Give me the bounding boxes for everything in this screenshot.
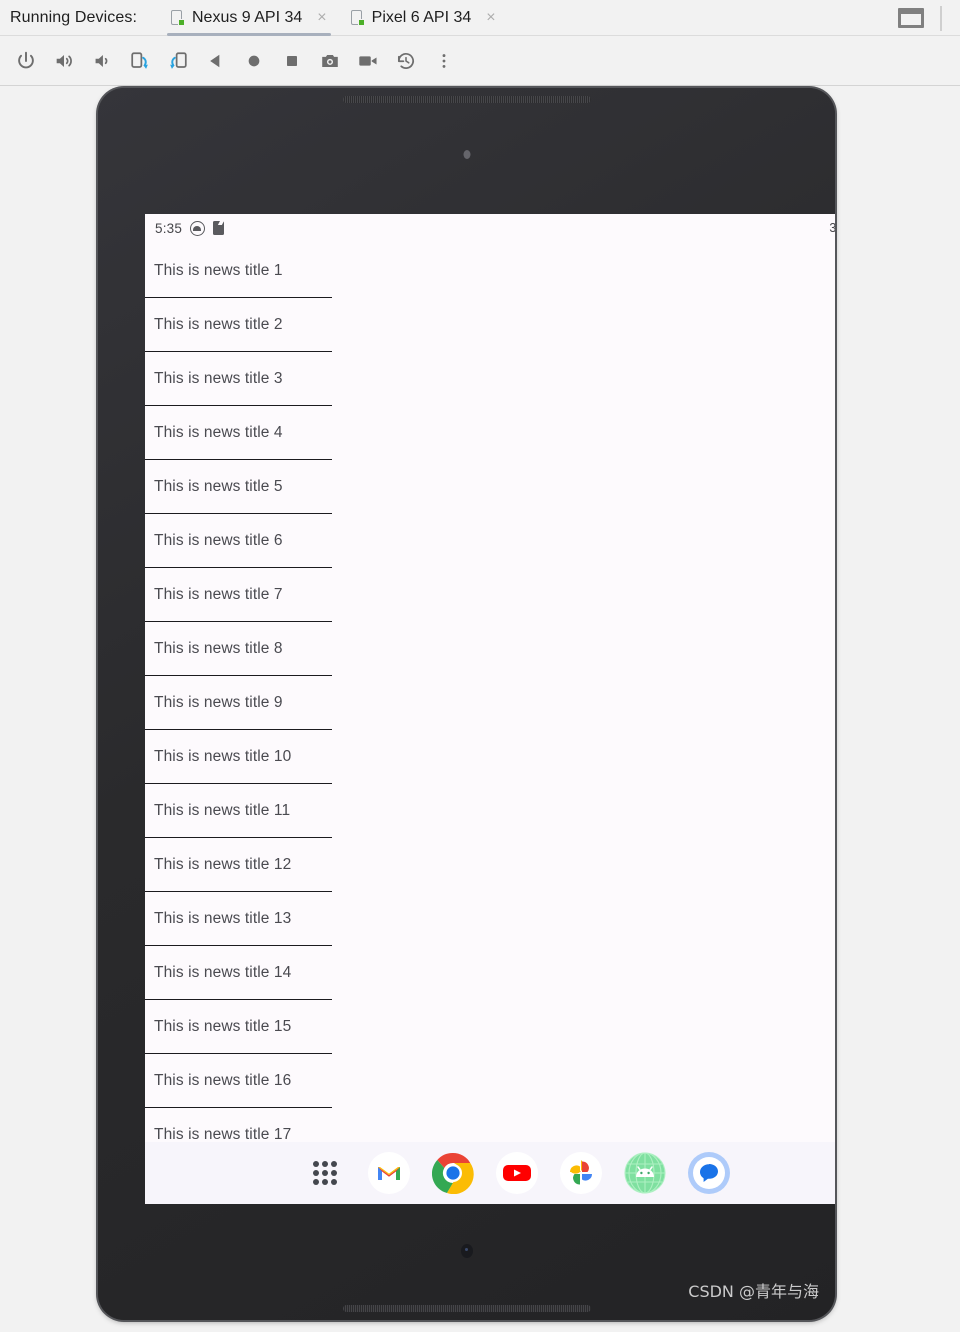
- back-button[interactable]: [200, 45, 232, 77]
- rotate-left-icon: [131, 51, 148, 69]
- network-label: 3G: [829, 221, 835, 235]
- android-globe-icon[interactable]: [624, 1152, 666, 1194]
- news-title: This is news title 10: [154, 747, 292, 765]
- list-item[interactable]: This is news title 6: [145, 514, 332, 568]
- list-item[interactable]: This is news title 16: [145, 1054, 332, 1108]
- speaker-grille-top-icon: [342, 96, 591, 103]
- home-circle-icon: [248, 55, 260, 66]
- news-title: This is news title 17: [154, 1125, 292, 1143]
- volume-down-icon: [95, 54, 108, 67]
- toolbar-divider: [940, 6, 942, 31]
- emulator-toolbar: [0, 36, 960, 86]
- list-item[interactable]: This is news title 13: [145, 892, 332, 946]
- volume-up-icon: [56, 54, 72, 67]
- list-item[interactable]: This is news title 5: [145, 460, 332, 514]
- youtube-icon[interactable]: [496, 1152, 538, 1194]
- tab-close-icon[interactable]: ×: [317, 9, 326, 26]
- rotate-left-button[interactable]: [124, 45, 156, 77]
- power-button[interactable]: [10, 45, 42, 77]
- list-item[interactable]: This is news title 1: [145, 244, 332, 298]
- android-status-bar: 5:35 3G !: [145, 214, 835, 242]
- device-frame-nexus-9: 5:35 3G ! This is news title 1 This is n…: [98, 88, 835, 1320]
- news-title: This is news title 7: [154, 585, 283, 603]
- watermark: CSDN @青年与海: [688, 1282, 819, 1301]
- record-button[interactable]: [352, 45, 384, 77]
- overview-square-icon: [287, 55, 297, 66]
- device-running-icon: [171, 9, 185, 26]
- video-camera-icon: [359, 55, 377, 66]
- device-running-icon: [350, 9, 365, 26]
- list-item[interactable]: This is news title 15: [145, 1000, 332, 1054]
- snapshot-button[interactable]: [390, 45, 422, 77]
- running-devices-tabstrip: Running Devices: Nexus 9 API 34 × Pixel …: [0, 0, 960, 36]
- back-triangle-icon: [210, 54, 220, 67]
- news-title: This is news title 9: [154, 693, 283, 711]
- list-item[interactable]: This is news title 10: [145, 730, 332, 784]
- volume-down-button[interactable]: [86, 45, 118, 77]
- news-title: This is news title 8: [154, 639, 283, 657]
- news-title: This is news title 11: [154, 801, 291, 819]
- news-title: This is news title 12: [154, 855, 292, 873]
- screenshot-button[interactable]: [314, 45, 346, 77]
- list-item[interactable]: This is news title 7: [145, 568, 332, 622]
- rotate-right-button[interactable]: [162, 45, 194, 77]
- tab-nexus-9-api-34[interactable]: Nexus 9 API 34 ×: [159, 0, 339, 36]
- split-window-icon[interactable]: [898, 8, 924, 28]
- list-item[interactable]: This is news title 11: [145, 784, 332, 838]
- more-button[interactable]: [428, 45, 460, 77]
- list-item[interactable]: This is news title 4: [145, 406, 332, 460]
- tab-close-icon[interactable]: ×: [486, 9, 495, 26]
- front-camera-icon: [463, 150, 470, 159]
- speaker-grille-bottom-icon: [342, 1305, 591, 1312]
- list-item[interactable]: This is news title 12: [145, 838, 332, 892]
- news-title: This is news title 4: [154, 423, 283, 441]
- google-photos-icon[interactable]: [560, 1152, 602, 1194]
- list-item[interactable]: This is news title 3: [145, 352, 332, 406]
- device-screen[interactable]: 5:35 3G ! This is news title 1 This is n…: [145, 214, 835, 1204]
- news-title: This is news title 6: [154, 531, 283, 549]
- tab-label: Nexus 9 API 34: [192, 8, 303, 26]
- news-title: This is news title 1: [154, 261, 283, 279]
- news-title: This is news title 3: [154, 369, 283, 387]
- news-title: This is news title 2: [154, 315, 283, 333]
- rear-sensor-icon: [460, 1244, 473, 1258]
- list-item[interactable]: This is news title 14: [145, 946, 332, 1000]
- more-vertical-icon: [442, 53, 446, 68]
- power-icon: [18, 51, 34, 68]
- tab-pixel-6-api-34[interactable]: Pixel 6 API 34 ×: [339, 0, 508, 36]
- gmail-icon[interactable]: [368, 1152, 410, 1194]
- tab-label: Pixel 6 API 34: [371, 8, 472, 26]
- list-item[interactable]: This is news title 9: [145, 676, 332, 730]
- sd-card-icon: [213, 221, 225, 235]
- app-drawer-icon[interactable]: [304, 1152, 346, 1194]
- history-clock-icon: [397, 52, 414, 69]
- home-button[interactable]: [238, 45, 270, 77]
- android-notification-icon: [190, 220, 206, 236]
- news-title: This is news title 15: [154, 1017, 292, 1035]
- news-title: This is news title 13: [154, 909, 292, 927]
- camera-icon: [322, 54, 338, 67]
- news-title: This is news title 14: [154, 963, 292, 981]
- list-item[interactable]: This is news title 8: [145, 622, 332, 676]
- status-time: 5:35: [155, 220, 183, 236]
- rotate-right-icon: [170, 51, 187, 69]
- overview-button[interactable]: [276, 45, 308, 77]
- news-list[interactable]: This is news title 1 This is news title …: [145, 242, 835, 1162]
- chrome-icon[interactable]: [431, 1152, 474, 1195]
- news-title: This is news title 16: [154, 1071, 292, 1089]
- news-title: This is news title 5: [154, 477, 283, 495]
- android-dock: [145, 1142, 835, 1204]
- volume-up-button[interactable]: [48, 45, 80, 77]
- messages-icon[interactable]: [688, 1152, 730, 1194]
- list-item[interactable]: This is news title 2: [145, 298, 332, 352]
- running-devices-title: Running Devices:: [10, 8, 137, 26]
